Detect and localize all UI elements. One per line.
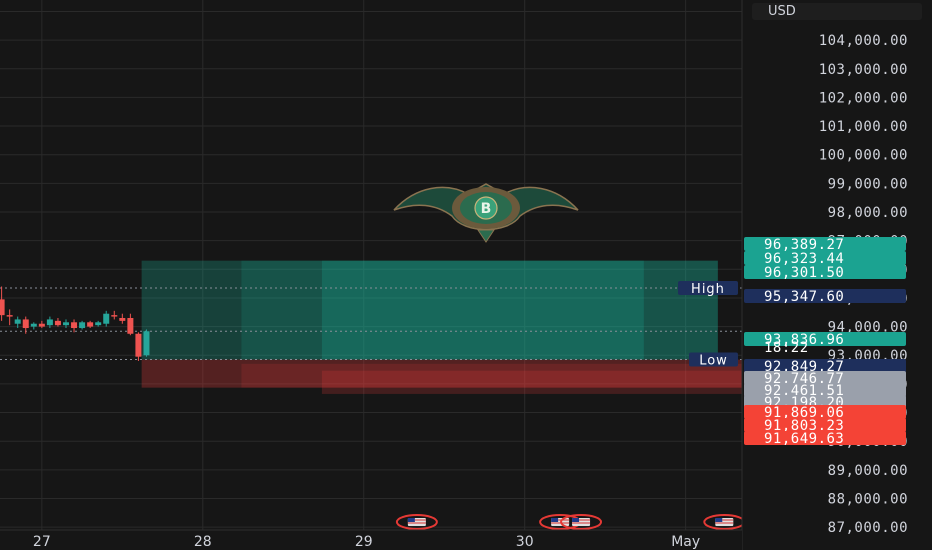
candle-body	[6, 315, 13, 317]
price-axis-label: 100,000.00	[819, 148, 908, 164]
candle-body	[143, 331, 150, 356]
price-tag-label: 96,301.50	[764, 265, 844, 281]
candle-body	[119, 318, 126, 321]
price-axis-label: 104,000.00	[819, 33, 908, 49]
price-axis-label: 103,000.00	[819, 62, 908, 78]
flag-canton	[715, 518, 723, 522]
position-zone	[321, 370, 742, 394]
candlestick-chart[interactable]: B HighLow 105,000.00104,000.00103,000.00…	[0, 0, 932, 550]
flag-canton	[551, 518, 559, 522]
marker-low-label: Low	[699, 354, 728, 369]
time-axis[interactable]: 27 28 29 30 May	[0, 529, 742, 550]
price-axis-label: 99,000.00	[828, 176, 908, 192]
candle-body	[71, 322, 78, 329]
marker-high-label: High	[691, 282, 725, 297]
price-axis-label: 102,000.00	[819, 90, 908, 106]
candle-body	[30, 323, 37, 327]
price-axis-label: 98,000.00	[828, 205, 908, 221]
time-axis-label: 28	[194, 534, 212, 550]
candle-body	[87, 322, 94, 327]
price-tag-label: 95,347.60	[764, 289, 844, 305]
candle-body	[79, 322, 86, 329]
price-axis-label: 89,000.00	[828, 463, 908, 479]
currency-label: USD	[768, 4, 796, 19]
candle-body	[62, 322, 69, 326]
candle-body	[135, 333, 142, 357]
currency-selector[interactable]: USD	[752, 3, 922, 20]
price-tag-countdown: 18:22	[764, 340, 809, 356]
price-axis-label: 87,000.00	[828, 520, 908, 536]
position-zone	[321, 260, 644, 360]
time-axis-label: 29	[355, 534, 373, 550]
price-tag-label: 91,649.63	[764, 431, 844, 447]
candle-body	[14, 319, 21, 324]
price-tags: 96,389.2796,323.4496,301.5095,347.6093,8…	[744, 237, 906, 447]
flag-canton	[572, 518, 580, 522]
svg-text:B: B	[481, 201, 492, 217]
candle-body	[38, 323, 45, 327]
candle-body	[54, 320, 61, 326]
price-axis-label: 88,000.00	[828, 491, 908, 507]
time-axis-label: 27	[33, 534, 51, 550]
time-axis-label: May	[671, 534, 700, 550]
candle-body	[103, 313, 110, 324]
time-axis-label: 30	[516, 534, 534, 550]
candle-body	[46, 319, 53, 326]
candle-body	[95, 322, 102, 326]
flag-canton	[407, 518, 415, 522]
candle-body	[127, 318, 134, 334]
price-axis-label: 101,000.00	[819, 119, 908, 135]
candle-body	[22, 319, 29, 329]
candle-body	[111, 315, 118, 317]
candle-body	[0, 299, 5, 316]
position-zones	[141, 260, 743, 394]
